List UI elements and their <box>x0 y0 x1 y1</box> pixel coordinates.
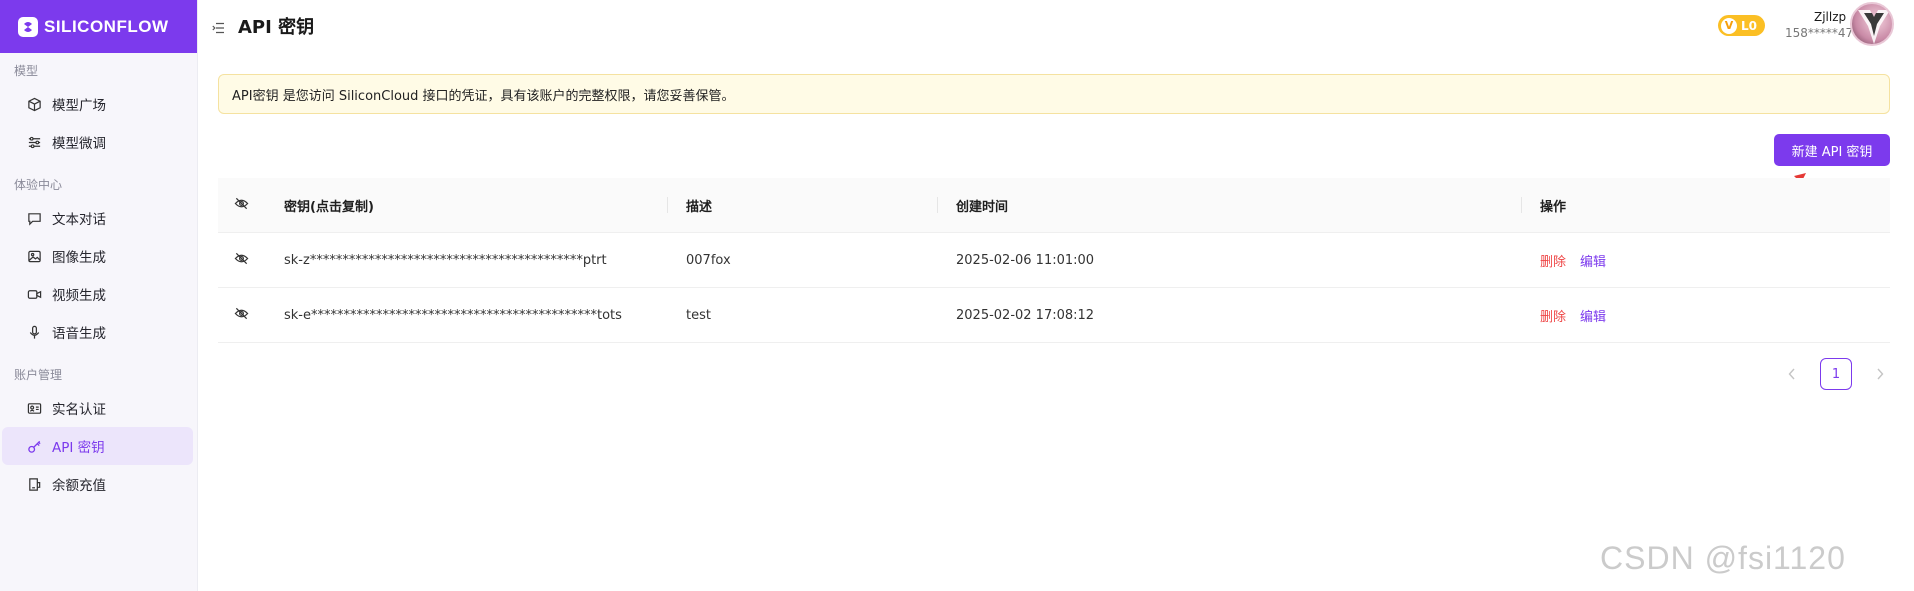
api-keys-table: 密钥(点击复制) 描述 创建时间 操作 sk-z****************… <box>218 178 1890 343</box>
column-divider <box>1521 197 1522 213</box>
app-root: SILICONFLOW 模型 模型广场 模型微调 体验中心 文本对话 图像生成 … <box>0 0 1914 591</box>
page-number-current[interactable]: 1 <box>1820 358 1852 390</box>
eye-off-icon <box>234 251 249 270</box>
sidebar-item-label: 语音生成 <box>52 326 106 342</box>
column-divider <box>667 197 668 213</box>
sidebar-item-recharge[interactable]: 余额充值 <box>2 465 193 503</box>
sidebar-item-real-name[interactable]: 实名认证 <box>2 389 193 427</box>
sidebar-item-fine-tune[interactable]: 模型微调 <box>2 123 193 161</box>
nav-group-title-playground: 体验中心 <box>14 178 63 192</box>
toggle-key-visibility[interactable] <box>218 306 265 325</box>
next-page-icon[interactable] <box>1868 358 1892 390</box>
collapse-sidebar-icon[interactable] <box>212 19 225 38</box>
user-phone: 158*****47 <box>1785 26 1854 40</box>
row-actions: 删除 编辑 <box>1521 306 1890 325</box>
id-card-icon <box>26 400 42 416</box>
wallet-icon <box>26 476 42 492</box>
chat-bubble-icon <box>26 210 42 226</box>
nav-group-title-models: 模型 <box>14 64 39 78</box>
notice-banner: API密钥 是您访问 SiliconCloud 接口的凭证，具有该账户的完整权限… <box>218 74 1890 114</box>
sidebar-item-image-gen[interactable]: 图像生成 <box>2 237 193 275</box>
nav-group-title-account: 账户管理 <box>14 368 63 382</box>
user-name: Zjllzp <box>1814 10 1847 24</box>
sidebar-item-label: 图像生成 <box>52 250 106 266</box>
table-row: sk-z************************************… <box>218 233 1890 288</box>
cube-icon <box>26 96 42 112</box>
microphone-icon <box>26 324 42 340</box>
eye-off-icon <box>234 196 249 215</box>
notice-text: API密钥 是您访问 SiliconCloud 接口的凭证，具有该账户的完整权限… <box>232 88 735 104</box>
edit-key-link[interactable]: 编辑 <box>1580 251 1606 270</box>
column-divider <box>937 197 938 213</box>
sidebar-item-label: 模型微调 <box>52 136 106 152</box>
column-header-created: 创建时间 <box>956 199 1009 215</box>
sidebar-item-label: 实名认证 <box>52 402 106 418</box>
column-header-description: 描述 <box>686 199 713 215</box>
column-header-key: 密钥(点击复制) <box>284 199 374 215</box>
sidebar-item-label: 模型广场 <box>52 98 106 114</box>
sidebar: SILICONFLOW 模型 模型广场 模型微调 体验中心 文本对话 图像生成 … <box>0 0 198 591</box>
sidebar-item-speech-gen[interactable]: 语音生成 <box>2 313 193 351</box>
toggle-visibility-all[interactable] <box>218 196 265 215</box>
avatar[interactable] <box>1850 2 1894 46</box>
key-created-time: 2025-02-06 11:01:00 <box>956 252 1095 268</box>
table-row: sk-e************************************… <box>218 288 1890 343</box>
row-actions: 删除 编辑 <box>1521 251 1890 270</box>
key-description: 007fox <box>686 252 731 268</box>
key-description: test <box>686 307 711 323</box>
column-header-actions: 操作 <box>1540 199 1567 215</box>
page-title: API 密钥 <box>238 17 315 38</box>
sidebar-item-label: 余额充值 <box>52 478 106 494</box>
video-icon <box>26 286 42 302</box>
key-created-time: 2025-02-02 17:08:12 <box>956 307 1095 323</box>
new-api-key-button[interactable]: 新建 API 密钥 <box>1774 134 1890 166</box>
siliconflow-logo-icon <box>18 16 38 37</box>
sidebar-item-video-gen[interactable]: 视频生成 <box>2 275 193 313</box>
table-header: 密钥(点击复制) 描述 创建时间 操作 <box>218 178 1890 233</box>
eye-off-icon <box>234 306 249 325</box>
edit-key-link[interactable]: 编辑 <box>1580 306 1606 325</box>
api-key-value[interactable]: sk-e************************************… <box>265 308 667 323</box>
sidebar-item-text-chat[interactable]: 文本对话 <box>2 199 193 237</box>
sidebar-item-label: 文本对话 <box>52 212 106 228</box>
vip-icon: V <box>1721 17 1737 34</box>
toggle-key-visibility[interactable] <box>218 251 265 270</box>
api-key-value[interactable]: sk-z************************************… <box>265 253 667 268</box>
logo-bar[interactable]: SILICONFLOW <box>0 0 197 53</box>
level-badge[interactable]: V L0 <box>1718 15 1765 36</box>
sliders-icon <box>26 134 42 150</box>
sidebar-item-api-keys[interactable]: API 密钥 <box>2 427 193 465</box>
sidebar-item-label: 视频生成 <box>52 288 106 304</box>
pagination: 1 <box>1780 358 1892 390</box>
delete-key-link[interactable]: 删除 <box>1540 251 1566 270</box>
sidebar-item-model-square[interactable]: 模型广场 <box>2 85 193 123</box>
sidebar-item-label: API 密钥 <box>52 440 105 456</box>
delete-key-link[interactable]: 删除 <box>1540 306 1566 325</box>
logo-text: SILICONFLOW <box>44 16 169 36</box>
prev-page-icon[interactable] <box>1780 358 1804 390</box>
key-icon <box>26 438 42 454</box>
top-header: API 密钥 V L0 Zjllzp 158*****47 <box>198 0 1914 53</box>
watermark: CSDN @fsi1120 <box>1600 540 1846 576</box>
image-icon <box>26 248 42 264</box>
level-text: L0 <box>1741 18 1757 33</box>
